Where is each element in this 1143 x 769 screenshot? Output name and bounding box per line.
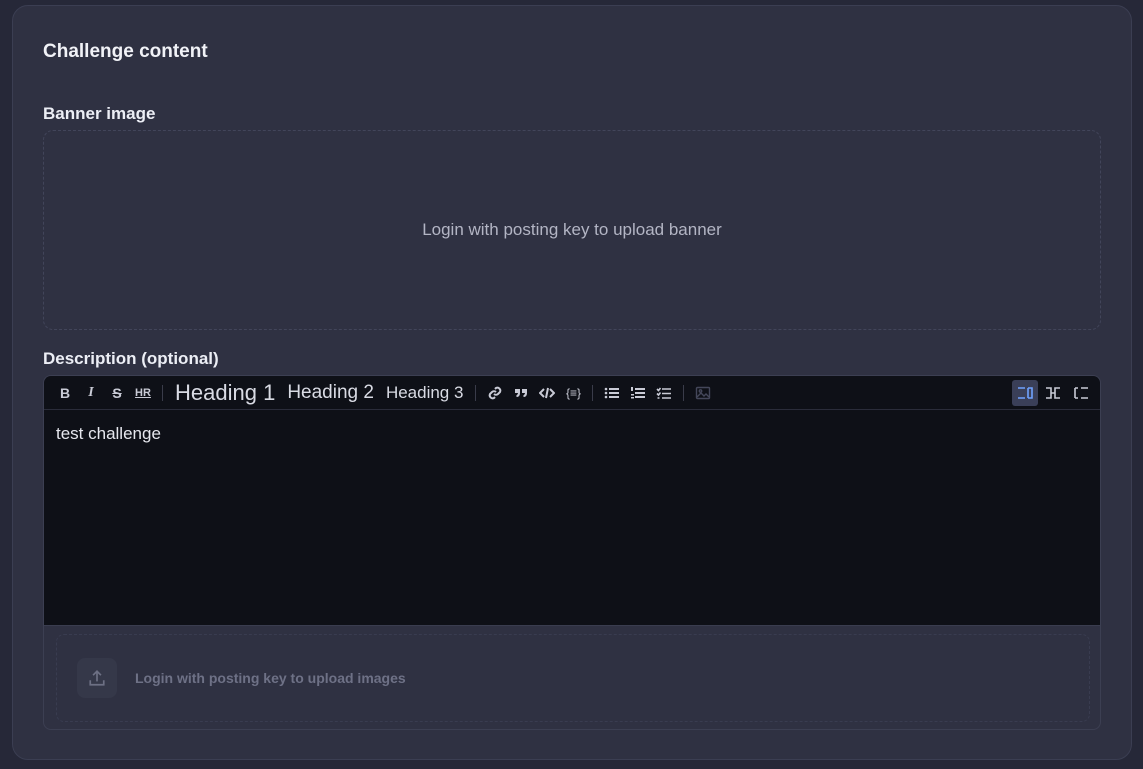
image-dropzone[interactable]: Login with posting key to upload images — [56, 634, 1090, 722]
link-icon[interactable] — [482, 380, 508, 406]
heading-1-button[interactable]: Heading 1 — [169, 380, 281, 406]
heading-3-button[interactable]: Heading 3 — [380, 380, 470, 406]
banner-placeholder-text: Login with posting key to upload banner — [422, 220, 722, 239]
toolbar-divider — [162, 384, 163, 401]
bullet-list-icon[interactable] — [599, 380, 625, 406]
image-upload-area: Login with posting key to upload images — [44, 626, 1100, 729]
image-icon — [690, 380, 716, 406]
preview-only-icon[interactable] — [1068, 380, 1094, 406]
split-view-icon[interactable] — [1040, 380, 1066, 406]
description-textarea[interactable]: test challenge — [44, 410, 1100, 626]
quote-icon[interactable] — [508, 380, 534, 406]
upload-images-text: Login with posting key to upload images — [135, 670, 406, 686]
view-mode-group — [1012, 380, 1094, 406]
horizontal-rule-button[interactable]: HR — [130, 380, 156, 406]
editor-toolbar: B I S HR Heading 1 Heading 2 Heading 3 {… — [44, 376, 1100, 410]
challenge-content-card: Challenge content Banner image Login wit… — [12, 5, 1132, 760]
toolbar-divider — [592, 384, 594, 401]
upload-icon — [77, 658, 117, 698]
description-label: Description (optional) — [43, 349, 219, 368]
task-list-icon[interactable] — [651, 380, 677, 406]
section-title: Challenge content — [43, 41, 208, 62]
heading-2-button[interactable]: Heading 2 — [281, 380, 380, 406]
ordered-list-icon[interactable] — [625, 380, 651, 406]
banner-image-label: Banner image — [43, 104, 156, 123]
bold-button[interactable]: B — [52, 380, 78, 406]
code-block-icon[interactable]: {≡} — [560, 380, 586, 406]
code-icon[interactable] — [534, 380, 560, 406]
toolbar-divider — [475, 384, 477, 401]
markdown-editor: B I S HR Heading 1 Heading 2 Heading 3 {… — [43, 375, 1101, 730]
toolbar-divider — [683, 384, 685, 401]
strikethrough-button[interactable]: S — [104, 380, 130, 406]
italic-button[interactable]: I — [78, 380, 104, 406]
editor-only-icon[interactable] — [1012, 380, 1038, 406]
banner-upload-area[interactable]: Login with posting key to upload banner — [43, 130, 1101, 330]
